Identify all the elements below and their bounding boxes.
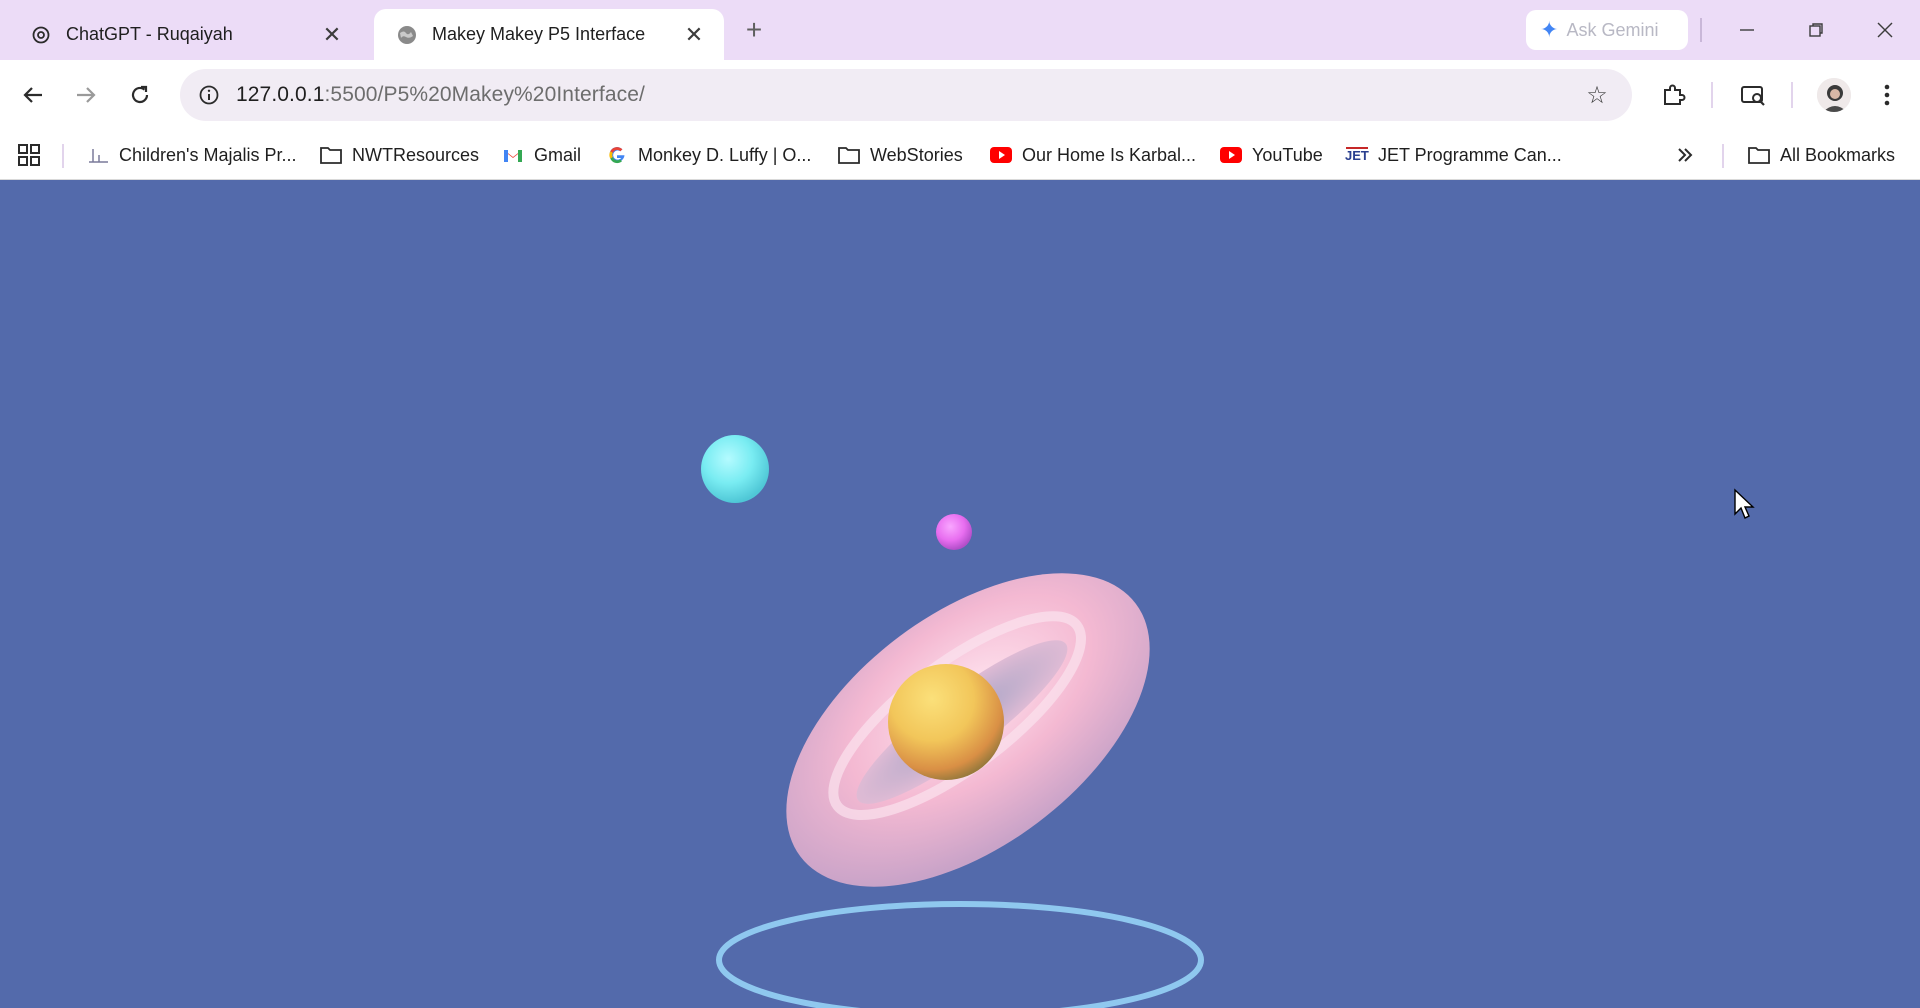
cyan-sphere	[701, 435, 769, 503]
tab-title: Makey Makey P5 Interface	[432, 24, 646, 44]
bookmark-label: WebStories	[870, 144, 963, 165]
bookmark-label: Monkey D. Luffy | O...	[638, 144, 812, 165]
apps-button[interactable]	[18, 130, 40, 180]
close-window-button[interactable]	[1863, 10, 1907, 50]
bookmark-label: Children's Majalis Pr...	[119, 144, 297, 165]
all-bookmarks-label: All Bookmarks	[1780, 144, 1896, 165]
bookmark-nwtresources[interactable]: NWTResources	[318, 130, 479, 180]
scene-graphic	[701, 435, 1755, 1008]
divider	[1700, 18, 1702, 42]
bookmark-our-home-is-karbala[interactable]: Our Home Is Karbal...	[988, 130, 1196, 180]
tab-strip: ChatGPT - Ruqaiyah ✕ Makey Makey P5 Inte…	[0, 0, 1920, 60]
bookmark-webstories[interactable]: WebStories	[836, 130, 963, 180]
browser-menu-button[interactable]	[1867, 75, 1907, 115]
mouse-cursor	[1734, 488, 1755, 519]
address-bar[interactable]: 127.0.0.1:5500/P5%20Makey%20Interface/ ☆	[180, 69, 1632, 121]
more-bookmarks-button[interactable]	[1676, 130, 1694, 180]
extensions-button[interactable]	[1653, 75, 1693, 115]
p5-canvas[interactable]	[0, 181, 1920, 1008]
bookmark-youtube[interactable]: YouTube	[1218, 130, 1323, 180]
bookmark-star-icon[interactable]: ☆	[1582, 80, 1612, 110]
bookmark-childrens-majalis[interactable]: Children's Majalis Pr...	[85, 130, 297, 180]
youtube-icon	[1218, 144, 1244, 166]
close-tab-icon[interactable]: ✕	[318, 21, 346, 49]
floor-ring	[716, 901, 1204, 1008]
ask-gemini-label: Ask Gemini	[1566, 19, 1659, 40]
tab-chatgpt[interactable]: ChatGPT - Ruqaiyah ✕	[8, 9, 362, 60]
url-path: :5500/P5%20Makey%20Interface/	[324, 83, 645, 106]
magenta-sphere	[936, 514, 972, 550]
bookmark-label: Gmail	[534, 144, 582, 165]
tab-makey-makey[interactable]: Makey Makey P5 Interface ✕	[374, 9, 724, 60]
globe-icon	[396, 24, 418, 46]
divider	[62, 144, 64, 168]
minimize-button[interactable]	[1725, 10, 1769, 50]
bookmarks-bar: Children's Majalis Pr... NWTResources Gm…	[0, 130, 1920, 180]
profile-avatar[interactable]	[1817, 78, 1851, 112]
bookmark-jet-programme[interactable]: JET JET Programme Can...	[1344, 130, 1562, 180]
reload-button[interactable]	[120, 75, 160, 115]
bookmark-label: Our Home Is Karbal...	[1022, 144, 1197, 165]
bookmark-label: JET Programme Can...	[1378, 144, 1562, 165]
folder-icon	[836, 144, 862, 166]
bookmark-label: YouTube	[1252, 144, 1323, 165]
divider	[1711, 82, 1713, 108]
jet-icon: JET	[1344, 144, 1370, 166]
back-button[interactable]	[13, 75, 53, 115]
bookmark-label: NWTResources	[352, 144, 480, 165]
google-icon	[604, 144, 630, 166]
all-bookmarks-button[interactable]: All Bookmarks	[1746, 130, 1895, 180]
gold-sphere	[888, 664, 1004, 780]
tab-search-button[interactable]	[1733, 75, 1773, 115]
ask-gemini-button[interactable]: ✦ Ask Gemini	[1526, 10, 1688, 50]
folder-icon	[1746, 144, 1772, 166]
browser-toolbar: 127.0.0.1:5500/P5%20Makey%20Interface/ ☆	[0, 60, 1920, 130]
close-tab-icon[interactable]: ✕	[680, 21, 708, 49]
bookmark-gmail[interactable]: Gmail	[500, 130, 581, 180]
divider	[1791, 82, 1793, 108]
forward-button[interactable]	[66, 75, 106, 115]
chart-favicon	[85, 144, 111, 166]
folder-icon	[318, 144, 344, 166]
divider	[1722, 144, 1724, 168]
openai-icon	[30, 24, 52, 46]
restore-button[interactable]	[1794, 10, 1838, 50]
url-text: 127.0.0.1:5500/P5%20Makey%20Interface/	[236, 83, 645, 107]
tab-title: ChatGPT - Ruqaiyah	[66, 24, 233, 44]
bookmark-monkey-d-luffy[interactable]: Monkey D. Luffy | O...	[604, 130, 811, 180]
new-tab-button[interactable]: +	[738, 14, 770, 46]
gemini-spark-icon: ✦	[1540, 17, 1559, 42]
youtube-icon	[988, 144, 1014, 166]
svg-text:JET: JET	[1345, 148, 1369, 163]
site-info-icon[interactable]	[194, 80, 224, 110]
gmail-icon	[500, 144, 526, 166]
url-host: 127.0.0.1	[236, 83, 325, 106]
